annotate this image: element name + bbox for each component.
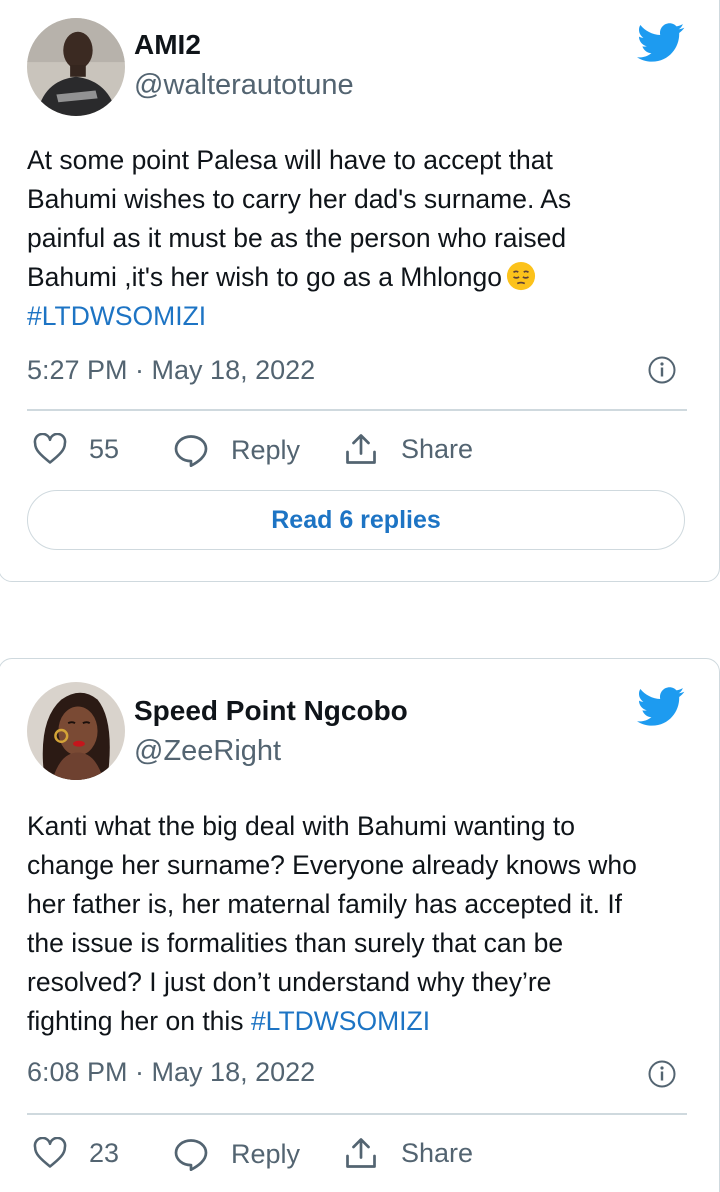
pensive-face-emoji xyxy=(506,261,536,291)
avatar[interactable] xyxy=(27,18,125,116)
divider xyxy=(27,409,687,411)
reply-bubble-icon xyxy=(174,435,208,467)
woman-red-lips-avatar xyxy=(27,682,125,780)
tweet-text: At some point Palesa will have to accept… xyxy=(27,141,695,336)
tweet-card: AMI2 @walterautotune At some point Pales… xyxy=(0,0,720,582)
author-name[interactable]: Speed Point Ngcobo xyxy=(134,695,408,727)
tweet-card: Speed Point Ngcobo @ZeeRight Kanti what … xyxy=(0,658,720,1192)
tweet-text-line: Bahumi ,it's her wish to go as a Mhlongo xyxy=(27,262,502,292)
twitter-bird-icon[interactable] xyxy=(637,23,685,63)
share-icon xyxy=(346,434,376,464)
reply-button[interactable]: Reply xyxy=(173,1137,300,1171)
reply-label: Reply xyxy=(231,1138,301,1169)
tweet-text-line: the issue is formalities than surely tha… xyxy=(27,928,564,958)
reply-button[interactable]: Reply xyxy=(173,433,300,467)
tweet-timestamp[interactable]: 6:08 PM · May 18, 2022 xyxy=(27,1057,315,1088)
read-replies-button[interactable]: Read 6 replies xyxy=(27,490,685,550)
tweet-text-line: change her surname? Everyone already kno… xyxy=(27,850,637,880)
hashtag-link[interactable]: #LTDWSOMIZI xyxy=(251,1006,430,1036)
author-handle[interactable]: @walterautotune xyxy=(134,69,354,102)
tweet-text-line: resolved? I just don’t understand why th… xyxy=(27,967,552,997)
heart-icon xyxy=(33,1137,67,1168)
like-button[interactable]: 23 xyxy=(33,1137,119,1169)
info-icon[interactable] xyxy=(647,355,677,385)
like-button[interactable]: 55 xyxy=(33,433,119,465)
avatar[interactable] xyxy=(27,682,125,780)
share-label: Share xyxy=(401,1137,474,1168)
tweet-text-line: her father is, her maternal family has a… xyxy=(27,889,623,919)
like-count: 55 xyxy=(89,433,120,464)
author-name[interactable]: AMI2 xyxy=(134,29,201,61)
heart-icon xyxy=(33,433,67,464)
tweet-text: Kanti what the big deal with Bahumi want… xyxy=(27,807,695,1041)
info-icon[interactable] xyxy=(647,1059,677,1089)
share-icon xyxy=(346,1138,376,1168)
tweet-text-line: fighting her on this xyxy=(27,1006,244,1036)
twitter-bird-icon[interactable] xyxy=(637,687,685,727)
hashtag-link[interactable]: #LTDWSOMIZI xyxy=(27,297,695,336)
tweet-text-line: Kanti what the big deal with Bahumi want… xyxy=(27,811,575,841)
tweet-text-line: At some point Palesa will have to accept… xyxy=(27,145,553,175)
share-button[interactable]: Share xyxy=(343,1135,473,1171)
tweet-text-line: painful as it must be as the person who … xyxy=(27,223,567,253)
share-button[interactable]: Share xyxy=(343,431,473,467)
divider xyxy=(27,1113,687,1115)
tweet-text-line: Bahumi wishes to carry her dad's surname… xyxy=(27,184,572,214)
tweet-timestamp[interactable]: 5:27 PM · May 18, 2022 xyxy=(27,355,315,386)
like-count: 23 xyxy=(89,1137,120,1168)
reply-bubble-icon xyxy=(174,1139,208,1171)
reply-label: Reply xyxy=(231,434,301,465)
author-handle[interactable]: @ZeeRight xyxy=(134,735,281,768)
share-label: Share xyxy=(401,433,474,464)
person-dark-shirt-avatar xyxy=(27,18,125,116)
